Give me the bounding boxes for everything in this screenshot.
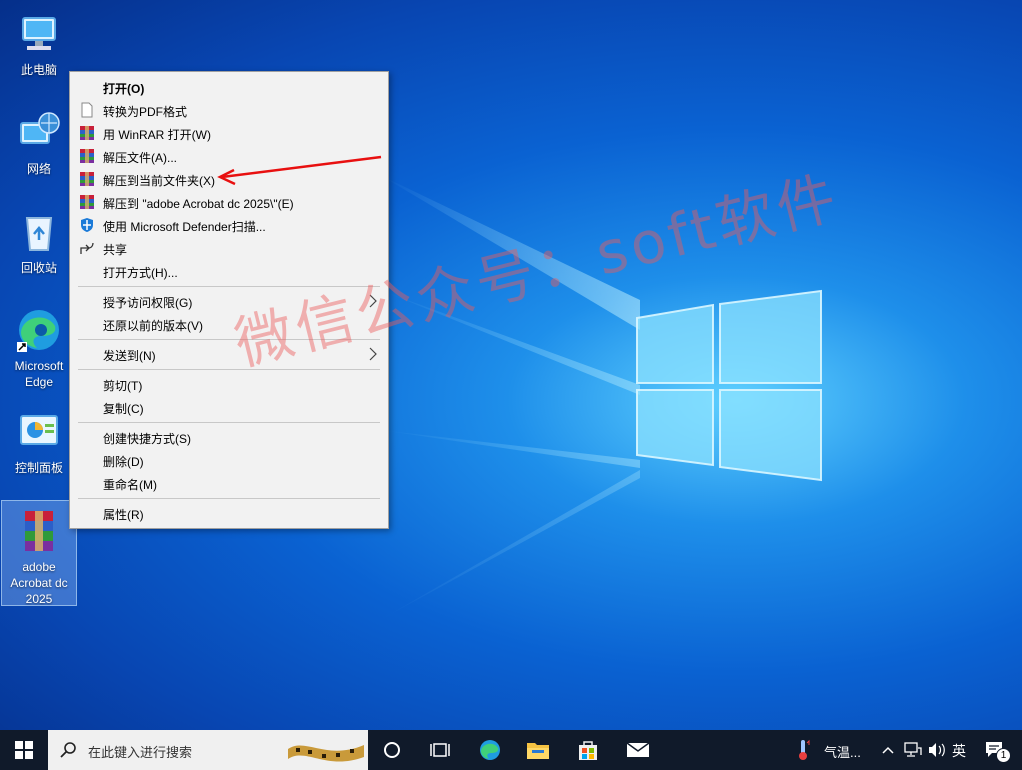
weather-text[interactable]: 气温... — [824, 742, 861, 761]
store-bag-icon — [579, 741, 597, 760]
menu-item-properties[interactable]: 属性(R) — [70, 502, 388, 525]
desktop-icon-label: 控制面板 — [14, 461, 63, 475]
menu-item-create-shortcut[interactable]: 创建快捷方式(S) — [70, 426, 388, 449]
taskbar-file-explorer-button[interactable] — [514, 730, 562, 770]
network-tray-icon[interactable] — [904, 742, 922, 758]
menu-item-rename[interactable]: 重命名(M) — [70, 472, 388, 495]
menu-item-label: 删除(D) — [103, 455, 144, 469]
menu-item-open[interactable]: 打开(O) — [70, 76, 388, 99]
cortana-circle-icon — [384, 742, 400, 758]
menu-item-label: 创建快捷方式(S) — [103, 432, 191, 446]
menu-separator — [78, 369, 380, 370]
winrar-icon — [80, 126, 94, 140]
menu-item-label: 打开方式(H)... — [103, 266, 178, 280]
taskbar: 在此键入进行搜索 气温... 英 1 — [0, 730, 1022, 770]
desktop-icon-recycle-bin[interactable]: 回收站 — [2, 202, 76, 276]
computer-icon — [22, 17, 56, 50]
chevron-up-icon[interactable] — [881, 745, 895, 755]
taskbar-store-button[interactable] — [564, 730, 612, 770]
menu-item-extract-files[interactable]: 解压文件(A)... — [70, 145, 388, 168]
taskbar-edge-button[interactable] — [466, 730, 514, 770]
search-placeholder: 在此键入进行搜索 — [88, 745, 193, 760]
menu-separator — [78, 498, 380, 499]
menu-item-label: 复制(C) — [103, 402, 144, 416]
edge-icon — [480, 740, 500, 760]
desktop-icon-adobe-acrobat-archive[interactable]: adobe Acrobat dc 2025 — [1, 500, 77, 606]
desktop-icon-network[interactable]: 网络 — [2, 103, 76, 177]
menu-item-label: 解压到 "adobe Acrobat dc 2025\"(E) — [103, 197, 294, 211]
menu-item-label: 转换为PDF格式 — [103, 105, 188, 119]
menu-item-convert-to-pdf[interactable]: 转换为PDF格式 — [70, 99, 388, 122]
recycle-bin-icon — [25, 217, 53, 251]
task-view-button[interactable] — [416, 730, 464, 770]
menu-item-extract-here[interactable]: 解压到当前文件夹(X) — [70, 168, 388, 191]
mail-icon — [626, 742, 650, 757]
menu-item-share[interactable]: 共享 — [70, 237, 388, 260]
edge-icon — [17, 310, 59, 352]
windows-start-icon — [15, 741, 33, 759]
winrar-icon — [80, 172, 94, 186]
volume-icon[interactable] — [928, 742, 946, 758]
menu-item-copy[interactable]: 复制(C) — [70, 396, 388, 419]
cortana-button[interactable] — [368, 730, 416, 770]
thermometer-icon[interactable] — [796, 739, 810, 761]
desktop-icon-label: 此电脑 — [20, 63, 57, 77]
menu-item-label: 发送到(N) — [103, 349, 156, 363]
menu-item-extract-to-folder[interactable]: 解压到 "adobe Acrobat dc 2025\"(E) — [70, 191, 388, 214]
winrar-icon — [80, 149, 94, 163]
search-highlight-film-icon — [288, 745, 364, 762]
search-icon — [60, 742, 76, 758]
notification-count-badge: 1 — [996, 748, 1011, 763]
ime-indicator[interactable]: 英 — [952, 741, 966, 761]
folder-icon — [527, 743, 549, 759]
menu-item-cut[interactable]: 剪切(T) — [70, 373, 388, 396]
taskbar-mail-button[interactable] — [614, 730, 662, 770]
menu-item-label: 解压到当前文件夹(X) — [103, 174, 215, 188]
winrar-icon — [80, 195, 94, 209]
task-view-icon — [430, 743, 450, 757]
menu-item-delete[interactable]: 删除(D) — [70, 449, 388, 472]
menu-item-open-with-winrar[interactable]: 用 WinRAR 打开(W) — [70, 122, 388, 145]
start-button[interactable] — [0, 730, 48, 770]
desktop-icon-this-pc[interactable]: 此电脑 — [2, 4, 76, 78]
notification-center-button[interactable]: 1 — [982, 738, 1011, 763]
menu-item-label: 使用 Microsoft Defender扫描... — [103, 220, 266, 234]
desktop-icon-control-panel[interactable]: 控制面板 — [2, 402, 76, 476]
defender-shield-icon — [81, 218, 93, 232]
control-panel-icon — [20, 415, 58, 445]
menu-item-label: 属性(R) — [103, 508, 144, 522]
taskbar-search-box[interactable]: 在此键入进行搜索 — [48, 730, 368, 770]
menu-item-label: 解压文件(A)... — [103, 151, 177, 165]
menu-item-label: 共享 — [103, 243, 128, 257]
winrar-archive-icon — [25, 511, 53, 551]
menu-separator — [78, 422, 380, 423]
menu-item-label: 还原以前的版本(V) — [103, 319, 203, 333]
menu-item-label: 重命名(M) — [103, 478, 157, 492]
document-icon — [81, 102, 93, 118]
menu-item-label: 授予访问权限(G) — [103, 296, 193, 310]
menu-item-label: 剪切(T) — [103, 379, 143, 393]
menu-item-label: 用 WinRAR 打开(W) — [103, 128, 211, 142]
share-icon — [80, 242, 94, 254]
desktop-icon-label: adobe Acrobat dc 2025 — [10, 560, 68, 606]
desktop-icon-label: Microsoft Edge — [14, 359, 64, 389]
network-icon — [20, 112, 60, 144]
desktop-icon-edge[interactable]: Microsoft Edge — [2, 300, 76, 390]
menu-item-defender-scan[interactable]: 使用 Microsoft Defender扫描... — [70, 214, 388, 237]
desktop-icon-label: 网络 — [26, 162, 51, 176]
desktop-icon-label: 回收站 — [20, 261, 57, 275]
menu-item-label: 打开(O) — [103, 82, 145, 96]
